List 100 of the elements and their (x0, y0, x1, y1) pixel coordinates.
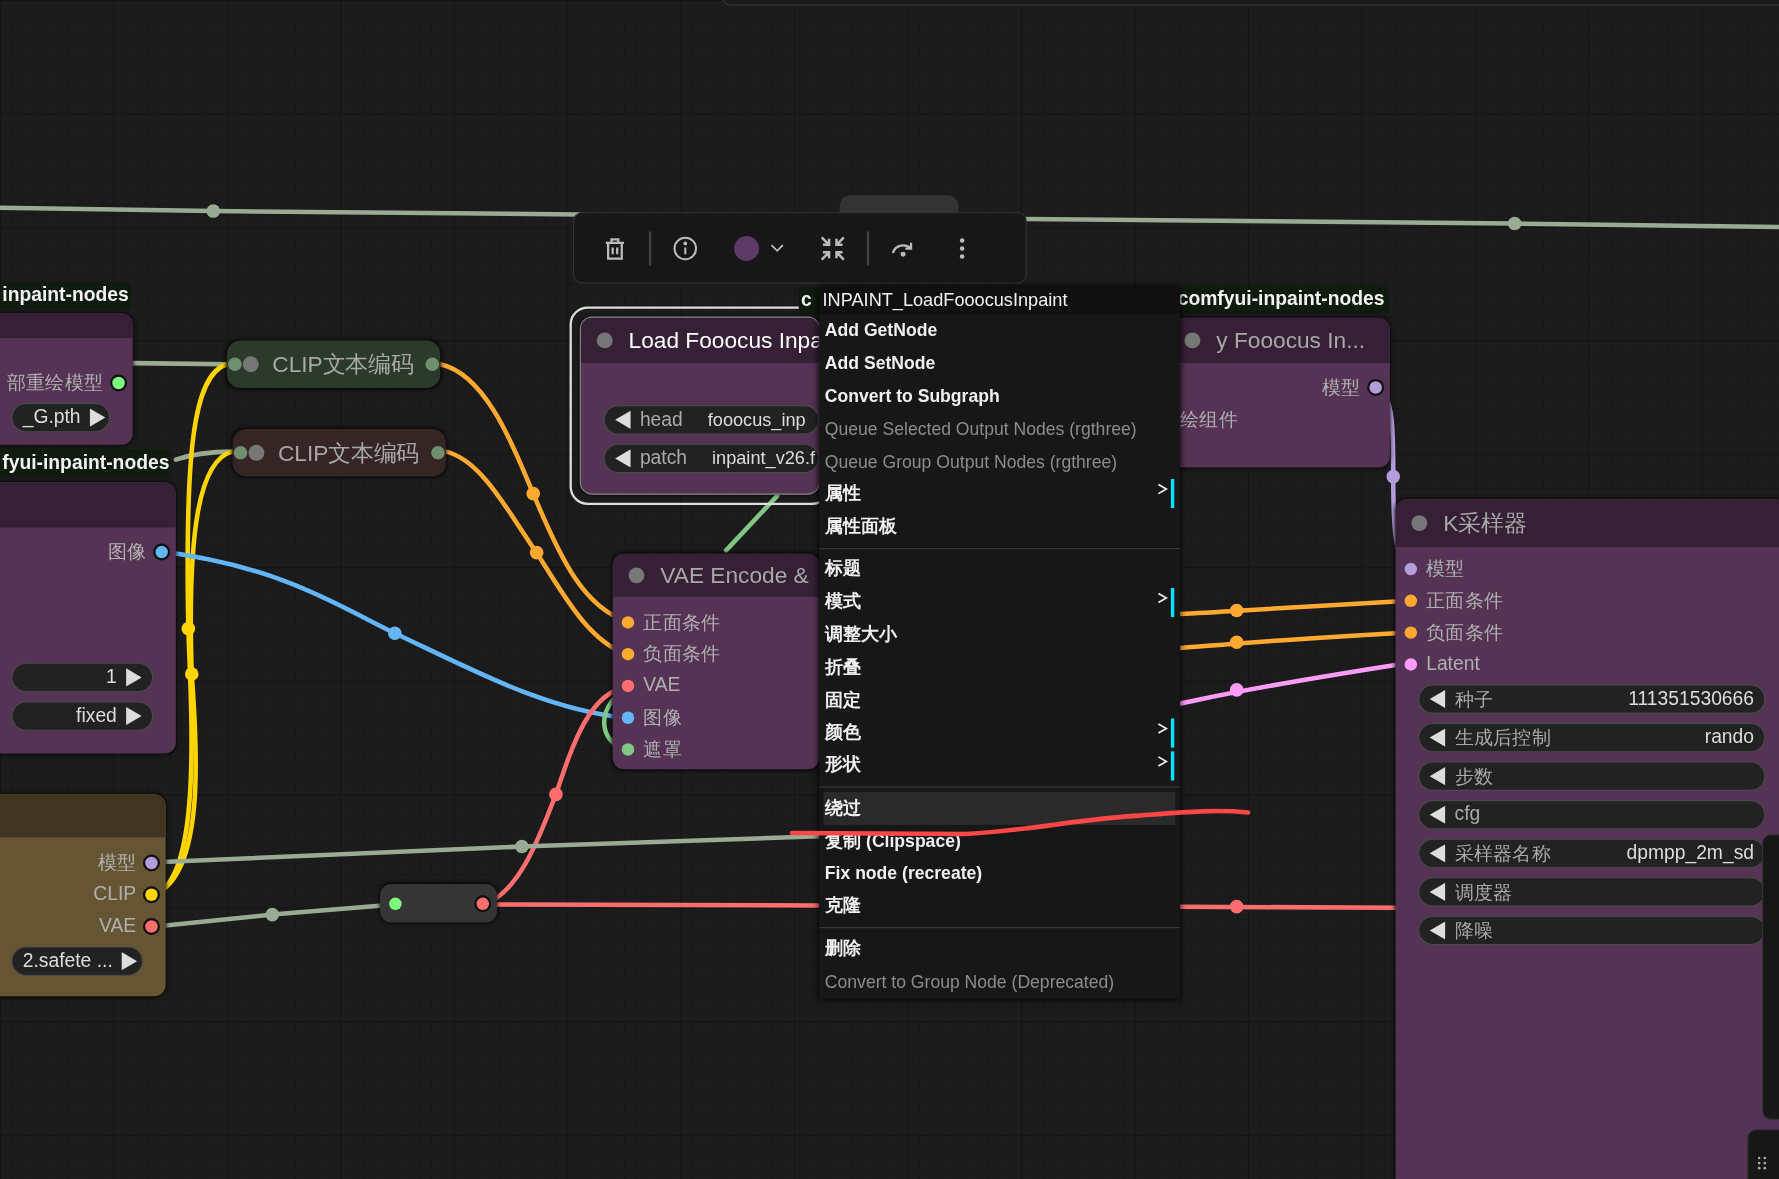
submenu-arrow-icon (1157, 718, 1176, 748)
slot-label: 图像 (643, 705, 682, 730)
node-title: CLIP文本编码 (272, 350, 414, 379)
slot-label: VAE (98, 914, 137, 938)
menu-item[interactable]: 调整大小 (819, 618, 1180, 652)
menu-item[interactable]: 模式 (819, 585, 1180, 619)
output-slot[interactable] (155, 545, 168, 558)
widget-field[interactable]: 步数 (1418, 761, 1766, 791)
arrow-left-icon[interactable] (1429, 728, 1446, 747)
output-slot[interactable] (145, 856, 158, 869)
slot-label: 正面条件 (1426, 588, 1504, 614)
arrow-right-icon[interactable] (125, 706, 142, 726)
menu-item[interactable]: Fix node (recreate) (819, 857, 1180, 891)
node-header[interactable]: K采样器 (1395, 499, 1779, 547)
node-title: VAE Encode & (660, 562, 809, 589)
menu-item[interactable]: 属性面板 (819, 510, 1180, 544)
input-slot[interactable] (228, 357, 242, 372)
collapsed-node[interactable]: CLIP文本编码 (232, 428, 446, 477)
slot-label: 模型 (1426, 556, 1465, 582)
input-slot[interactable] (233, 445, 248, 460)
status-dot-icon (628, 567, 645, 584)
widget-field[interactable]: patch inpaint_v26.f (603, 443, 820, 474)
input-slot[interactable] (1404, 594, 1418, 607)
submenu-arrow-icon (1157, 479, 1176, 509)
slot-label: 负面条件 (1426, 620, 1504, 645)
slot-label: 模型 (1321, 375, 1361, 400)
arrow-left-icon[interactable] (1429, 689, 1446, 709)
menu-item[interactable]: 删除 (819, 933, 1180, 966)
menu-item[interactable]: Convert to Subgraph (819, 379, 1180, 413)
arrow-left-icon[interactable] (1429, 921, 1446, 940)
node-tag: fyui-inpaint-nodes (0, 449, 171, 477)
widget-field[interactable]: _G.pth (11, 402, 111, 433)
slot-label: 图像 (107, 539, 147, 565)
arrow-right-icon[interactable] (125, 668, 142, 687)
input-slot[interactable] (621, 742, 635, 756)
node-title: CLIP文本编码 (277, 438, 420, 467)
arrow-left-icon[interactable] (614, 449, 631, 468)
menu-item[interactable]: 克隆 (819, 890, 1180, 923)
input-slot[interactable] (389, 897, 402, 910)
status-dot-icon (596, 332, 613, 349)
submenu-arrow-icon (1157, 587, 1176, 618)
wire (723, 493, 780, 553)
widget-field[interactable]: 种子 111351530666 (1418, 684, 1766, 714)
status-dot-icon (242, 356, 259, 373)
menu-item[interactable]: 折叠 (819, 651, 1180, 684)
collapsed-node[interactable]: CLIP文本编码 (226, 340, 441, 389)
output-slot[interactable] (476, 897, 489, 910)
slot-label: 遮罩 (643, 737, 682, 762)
input-slot[interactable] (621, 710, 635, 724)
slot-label: CLIP (93, 882, 137, 906)
input-slot[interactable] (1404, 625, 1418, 639)
widget-label: 绘组件 (1179, 406, 1238, 432)
menu-item[interactable]: 颜色 (819, 716, 1180, 750)
input-slot[interactable] (621, 615, 635, 629)
node-tag: inpaint-nodes (0, 281, 131, 309)
arrow-left-icon[interactable] (1429, 882, 1446, 901)
widget-field[interactable]: 1 (11, 662, 154, 693)
output-slot[interactable] (112, 376, 125, 389)
grip-icon (1757, 1156, 1767, 1170)
menu-item[interactable]: 绕过 (823, 792, 1176, 825)
node-header[interactable] (0, 313, 133, 339)
arrow-right-icon[interactable] (89, 408, 106, 427)
input-slot[interactable] (1404, 657, 1418, 671)
arrow-left-icon[interactable] (1429, 767, 1446, 786)
slot-label: Latent (1426, 652, 1480, 676)
input-slot[interactable] (621, 647, 635, 660)
slot-label: 部重绘模型 (6, 370, 104, 396)
widget-field[interactable]: head fooocus_inp (603, 405, 820, 435)
status-dot-icon (248, 444, 265, 461)
output-slot[interactable] (1369, 380, 1382, 394)
output-slot[interactable] (145, 919, 158, 933)
input-slot[interactable] (1404, 562, 1418, 575)
arrow-right-icon[interactable] (121, 952, 138, 971)
menu-item[interactable]: 属性 (819, 477, 1180, 511)
info-icon (671, 234, 699, 262)
more-vertical-icon (958, 236, 966, 260)
widget-field[interactable]: 2.safete ... (11, 946, 143, 976)
slot-label: 模型 (97, 850, 137, 876)
status-dot-icon (1184, 332, 1201, 349)
slot-label: 正面条件 (643, 610, 721, 635)
widget-field[interactable]: cfg (1418, 800, 1766, 830)
input-slot[interactable] (621, 679, 635, 692)
status-dot-icon (1411, 515, 1428, 532)
output-slot[interactable] (145, 887, 158, 901)
node-header[interactable] (0, 794, 166, 838)
slot-label: 负面条件 (643, 641, 721, 667)
node-title: y Fooocus In... (1216, 327, 1366, 354)
menu-item[interactable]: 固定 (819, 684, 1180, 717)
arrow-left-icon[interactable] (1429, 805, 1446, 824)
arrow-left-icon[interactable] (614, 410, 631, 429)
widget-field[interactable]: 生成后控制 rando (1418, 722, 1766, 753)
reroute-node[interactable] (380, 883, 497, 923)
node-header[interactable]: VAE Encode & (612, 553, 820, 597)
menu-item[interactable]: 形状 (819, 749, 1180, 782)
menu-item[interactable]: 标题 (819, 553, 1180, 586)
chevron-down-icon (770, 243, 784, 253)
arrow-left-icon[interactable] (1429, 844, 1446, 863)
node-title: K采样器 (1443, 509, 1527, 538)
node-header[interactable] (0, 482, 176, 528)
widget-field[interactable]: fixed (11, 701, 154, 731)
